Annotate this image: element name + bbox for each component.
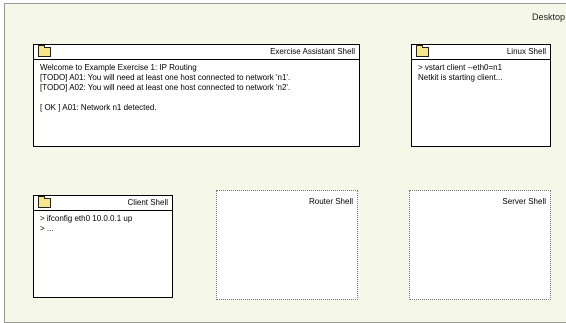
folder-icon [416,45,429,57]
output-line: [TODO] A02: You will need at least one h… [40,83,291,92]
linux-shell-window[interactable]: Linux Shell > vstart client --eth0=n1 Ne… [411,44,551,147]
exercise-shell-titlebar[interactable]: Exercise Assistant Shell [34,45,359,60]
output-line: > ifconfig eth0 10.0.0.1 up [40,214,133,223]
client-shell-titlebar[interactable]: Client Shell [34,196,172,211]
output-line: > ... [40,224,54,233]
window-title: Server Shell [502,197,546,206]
window-title: Exercise Assistant Shell [270,47,355,56]
router-shell-window[interactable]: Router Shell [216,190,358,300]
output-line: > vstart client --eth0=n1 [418,63,503,72]
linux-shell-output: > vstart client --eth0=n1 Netkit is star… [418,63,502,83]
client-shell-output: > ifconfig eth0 10.0.0.1 up > ... [40,214,132,234]
folder-icon [38,45,51,57]
window-title: Client Shell [127,198,168,207]
folder-icon [38,196,51,208]
output-line: [TODO] A01: You will need at least one h… [40,73,291,82]
exercise-shell-output: Welcome to Example Exercise 1: IP Routin… [40,63,290,113]
window-title: Router Shell [308,197,353,206]
window-title: Linux Shell [506,47,546,56]
client-shell-window[interactable]: Client Shell > ifconfig eth0 10.0.0.1 up… [33,195,173,298]
desktop-label: Desktop [531,12,565,22]
output-line: Welcome to Example Exercise 1: IP Routin… [40,63,197,72]
linux-shell-titlebar[interactable]: Linux Shell [412,45,550,60]
server-shell-window[interactable]: Server Shell [409,190,551,300]
output-line: Netkit is starting client... [418,73,503,82]
output-line: [ OK ] A01: Network n1 detected. [40,103,157,112]
exercise-assistant-shell-window[interactable]: Exercise Assistant Shell Welcome to Exam… [33,44,360,147]
